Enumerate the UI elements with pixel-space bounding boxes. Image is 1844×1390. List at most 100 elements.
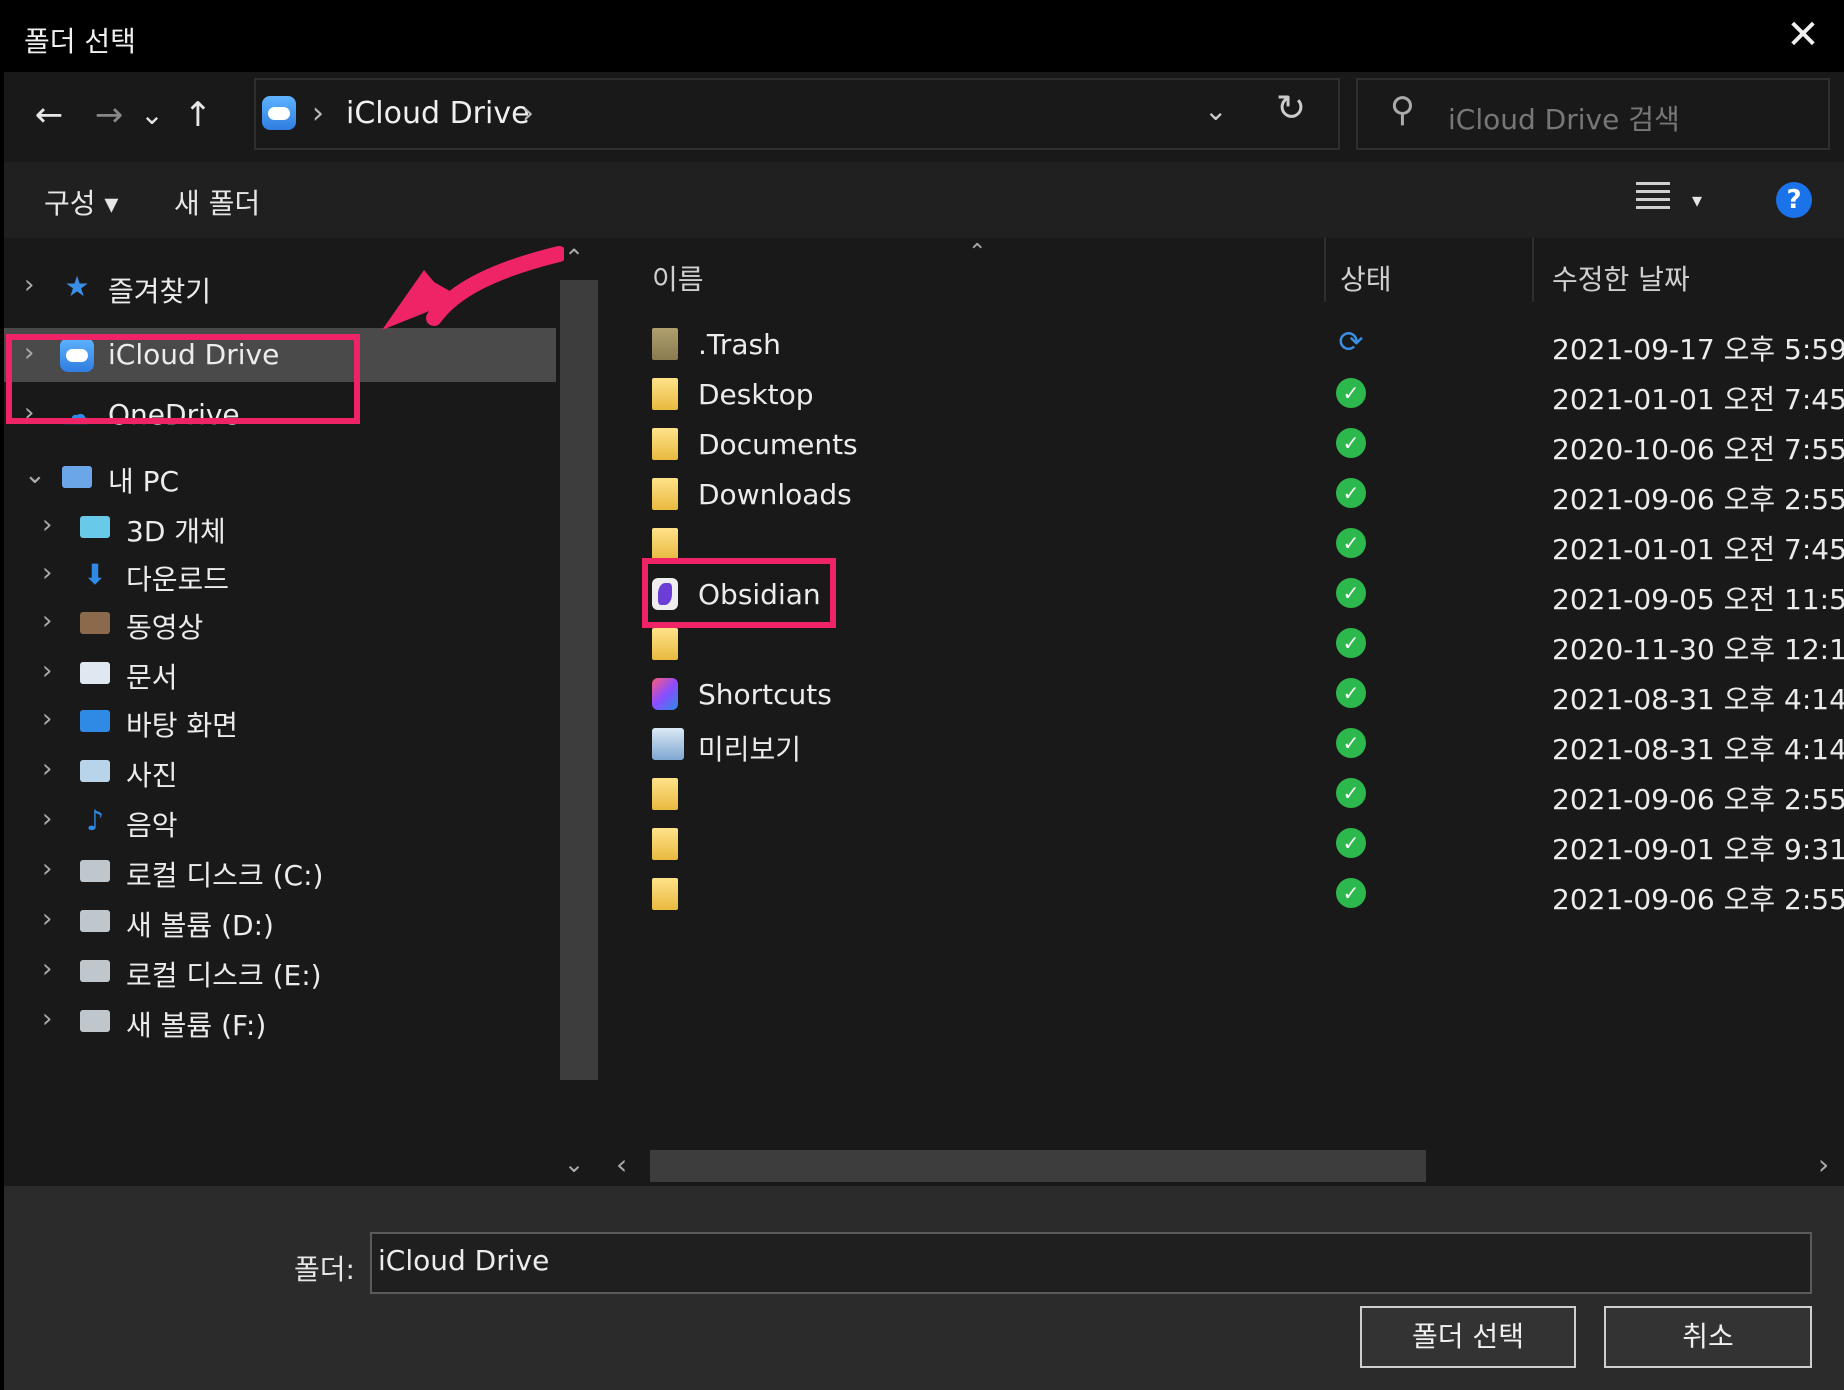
file-row[interactable]: Shortcuts ✓ 2021-08-31 오후 4:14 xyxy=(602,670,1844,720)
new-folder-button[interactable]: 새 폴더 xyxy=(174,182,260,222)
synced-status-icon: ✓ xyxy=(1336,828,1366,858)
nav-item-label: 음악 xyxy=(126,809,178,842)
drive-icon xyxy=(78,854,112,888)
chevron-icon[interactable]: › xyxy=(42,704,52,734)
file-modified-date: 2021-09-06 오후 2:55 xyxy=(1552,483,1844,516)
★-icon: ★ xyxy=(64,270,90,303)
column-header-name[interactable]: 이름 xyxy=(652,258,704,298)
folder-icon xyxy=(652,828,678,860)
nav-item[interactable]: › ♪ 음악 xyxy=(4,794,556,848)
nav-item[interactable]: ⌄ 내 PC xyxy=(4,450,556,504)
nav-item[interactable]: › 새 볼륨 (D:) xyxy=(4,894,556,948)
file-row[interactable]: 미리보기 ✓ 2021-08-31 오후 4:14 xyxy=(602,720,1844,770)
icloud-icon xyxy=(262,96,296,130)
nav-item-label: 사진 xyxy=(126,759,178,792)
folder-icon xyxy=(652,778,678,810)
file-modified-date: 2021-09-01 오후 9:31 xyxy=(1552,833,1844,866)
file-row[interactable]: Downloads ✓ 2021-09-06 오후 2:55 xyxy=(602,470,1844,520)
file-row[interactable]: ✓ 2021-09-01 오후 9:31 xyxy=(602,820,1844,870)
file-modified-date: 2021-09-17 오후 5:59 xyxy=(1552,333,1844,366)
nav-item-label: 3D 개체 xyxy=(126,515,226,548)
view-options-icon[interactable] xyxy=(1636,180,1670,214)
folder-icon xyxy=(652,878,678,910)
nav-item-label: 동영상 xyxy=(126,611,204,644)
chevron-icon[interactable]: › xyxy=(42,606,52,636)
file-row[interactable]: Desktop ✓ 2021-01-01 오전 7:45 xyxy=(602,370,1844,420)
chevron-icon[interactable]: › xyxy=(42,804,52,834)
breadcrumb-separator[interactable]: › xyxy=(312,96,324,131)
chevron-icon[interactable]: › xyxy=(42,854,52,884)
scroll-up-button[interactable]: ⌃ xyxy=(564,244,584,272)
column-header-status[interactable]: 상태 xyxy=(1340,258,1392,298)
nav-item[interactable]: › 3D 개체 xyxy=(4,500,556,554)
drive-icon xyxy=(78,904,112,938)
scroll-right-button[interactable]: › xyxy=(1818,1148,1829,1181)
breadcrumb-icloud-drive[interactable]: iCloud Drive xyxy=(346,96,530,131)
synced-status-icon: ✓ xyxy=(1336,378,1366,408)
nav-item[interactable]: › ⬇ 다운로드 xyxy=(4,548,556,602)
nav-pane-scroll-thumb[interactable] xyxy=(560,280,598,1080)
nav-item[interactable]: › 바탕 화면 xyxy=(4,694,556,748)
chevron-icon[interactable]: ⌄ xyxy=(24,460,46,490)
synced-status-icon: ✓ xyxy=(1336,528,1366,558)
nav-item[interactable]: › 사진 xyxy=(4,744,556,798)
nav-item[interactable]: › 동영상 xyxy=(4,596,556,650)
search-box[interactable]: ⚲ iCloud Drive 검색 xyxy=(1356,78,1830,150)
search-icon: ⚲ xyxy=(1390,90,1415,130)
recent-locations-button[interactable]: ⌄ xyxy=(134,90,170,140)
synced-status-icon: ✓ xyxy=(1336,728,1366,758)
nav-item[interactable]: › 새 볼륨 (F:) xyxy=(4,994,556,1048)
synced-status-icon: ✓ xyxy=(1336,428,1366,458)
forward-button[interactable]: → xyxy=(84,90,134,140)
help-icon[interactable]: ? xyxy=(1776,182,1812,218)
nav-item[interactable]: › 로컬 디스크 (E:) xyxy=(4,944,556,998)
nav-item[interactable]: › 로컬 디스크 (C:) xyxy=(4,844,556,898)
search-input[interactable]: iCloud Drive 검색 xyxy=(1448,98,1680,138)
chevron-icon[interactable]: › xyxy=(42,754,52,784)
refresh-icon[interactable]: ↻ xyxy=(1276,88,1306,129)
command-bar: 구성 ▾ 새 폴더 ▾ ? xyxy=(4,162,1844,238)
select-folder-button[interactable]: 폴더 선택 xyxy=(1360,1306,1576,1368)
horizontal-scroll-thumb[interactable] xyxy=(650,1150,1426,1182)
film-icon xyxy=(78,606,112,640)
scroll-left-button[interactable]: ‹ xyxy=(616,1148,627,1181)
file-modified-date: 2021-09-06 오후 2:55 xyxy=(1552,883,1844,916)
chevron-icon[interactable]: › xyxy=(42,904,52,934)
file-row[interactable]: ✓ 2021-09-06 오후 2:55 xyxy=(602,770,1844,820)
back-button[interactable]: ← xyxy=(24,90,74,140)
file-name: Downloads xyxy=(698,478,852,511)
folder-name-input[interactable]: iCloud Drive xyxy=(370,1232,1812,1294)
up-button[interactable]: ↑ xyxy=(176,90,220,140)
file-row[interactable]: Documents ✓ 2020-10-06 오전 7:55 xyxy=(602,420,1844,470)
view-dropdown-icon[interactable]: ▾ xyxy=(1692,188,1702,212)
♪-icon: ♪ xyxy=(86,804,104,837)
file-row[interactable]: .Trash ⟳ 2021-09-17 오후 5:59 xyxy=(602,320,1844,370)
chevron-icon[interactable]: › xyxy=(42,656,52,686)
nav-item-label: 내 PC xyxy=(108,465,180,498)
file-modified-date: 2021-08-31 오후 4:14 xyxy=(1552,683,1844,716)
close-button[interactable]: ✕ xyxy=(1778,10,1828,60)
nav-item-label: 다운로드 xyxy=(126,563,230,596)
address-dropdown-icon[interactable]: ⌄ xyxy=(1204,94,1227,127)
chevron-icon[interactable]: › xyxy=(42,1004,52,1034)
chevron-icon[interactable]: › xyxy=(42,510,52,540)
chevron-icon[interactable]: › xyxy=(42,558,52,588)
file-row[interactable]: ✓ 2021-09-06 오후 2:55 xyxy=(602,870,1844,920)
file-modified-date: 2021-09-05 오전 11:55 xyxy=(1552,583,1844,616)
column-divider[interactable] xyxy=(1324,238,1326,302)
organize-button[interactable]: 구성 ▾ xyxy=(44,182,118,222)
scroll-down-button[interactable]: ⌄ xyxy=(564,1150,584,1178)
file-modified-date: 2021-09-06 오후 2:55 xyxy=(1552,783,1844,816)
chevron-icon[interactable]: › xyxy=(24,270,34,300)
column-header-modified[interactable]: 수정한 날짜 xyxy=(1552,258,1690,298)
address-bar[interactable]: › iCloud Drive › ⌄ ↻ xyxy=(254,78,1340,150)
navigation-bar: ← → ⌄ ↑ › iCloud Drive › ⌄ ↻ ⚲ iCloud Dr… xyxy=(4,72,1844,162)
cancel-button[interactable]: 취소 xyxy=(1604,1306,1812,1368)
chevron-icon[interactable]: › xyxy=(42,954,52,984)
⬇-icon: ⬇ xyxy=(83,558,107,591)
drive-icon xyxy=(78,954,112,988)
breadcrumb-separator[interactable]: › xyxy=(522,96,534,131)
nav-item[interactable]: › 문서 xyxy=(4,646,556,700)
nav-item-label: 로컬 디스크 (C:) xyxy=(126,859,324,892)
column-divider[interactable] xyxy=(1532,238,1534,302)
